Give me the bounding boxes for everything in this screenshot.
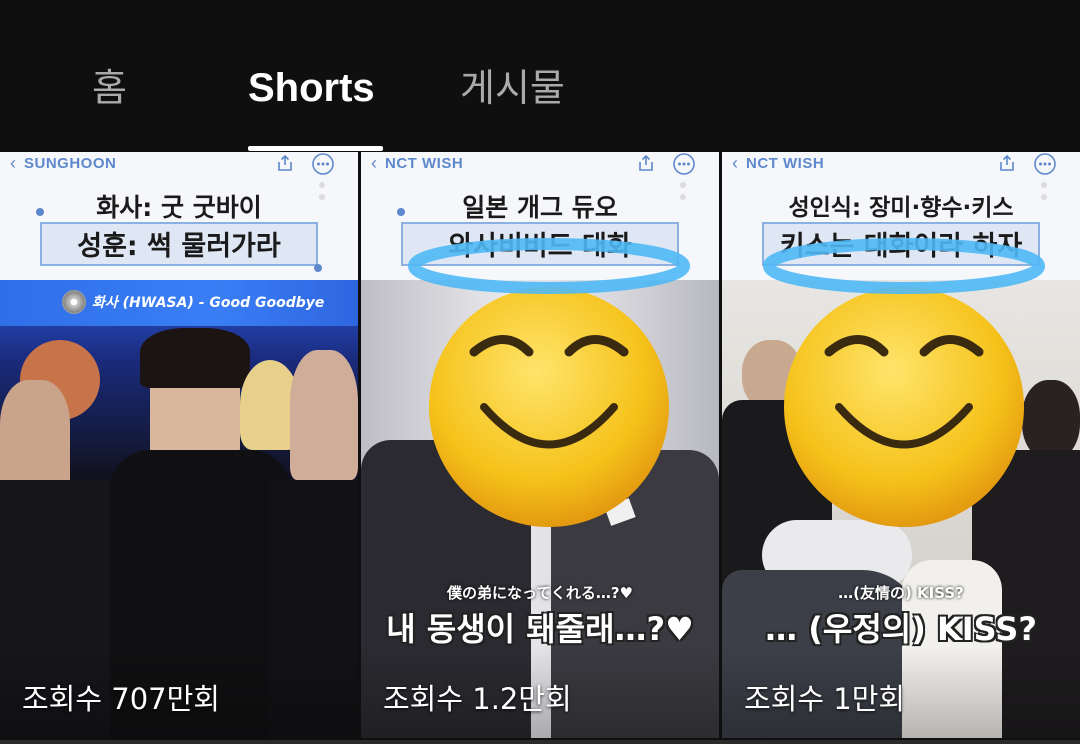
- chevron-left-icon: ‹: [732, 153, 738, 173]
- person-figure: [290, 350, 358, 480]
- channel-name: NCT WISH: [385, 155, 464, 172]
- share-icon: [1000, 154, 1014, 171]
- subtitle-japanese: …(友情の) KISS?: [838, 584, 964, 602]
- short-header: ‹ SUNGHOON 화사: 굿 굿바이 성훈: 썩 물러가라: [0, 152, 358, 280]
- person-figure: [0, 380, 70, 490]
- person-hair: [140, 328, 250, 388]
- tab-posts[interactable]: 게시물: [460, 58, 565, 118]
- shorts-grid: ‹ SUNGHOON 화사: 굿 굿바이 성훈: 썩 물러가라 화사 (HWAS…: [0, 152, 1080, 744]
- halo-smiley-emoji: [763, 238, 1045, 527]
- subtitle-japanese: 僕の弟になってくれる…?♥: [447, 584, 633, 602]
- short-title-line1: 화사: 굿 굿바이: [96, 193, 262, 222]
- short-card[interactable]: ‹ NCT WISH 일본 개그 듀오 와사비비드 대화 僕の弟になってくれる……: [361, 152, 719, 738]
- view-count: 조회수 707만회: [22, 682, 220, 716]
- channel-tab-bar: 홈 Shorts 게시물: [0, 0, 1080, 152]
- cd-icon: [62, 290, 86, 314]
- subtitle-korean: … (우정의) KISS?: [765, 610, 1037, 648]
- short-card[interactable]: ‹ SUNGHOON 화사: 굿 굿바이 성훈: 썩 물러가라 화사 (HWAS…: [0, 152, 358, 738]
- song-title: 화사 (HWASA) - Good Goodbye: [92, 295, 325, 311]
- more-icon: [1034, 153, 1056, 175]
- tab-shorts[interactable]: Shorts: [248, 58, 375, 118]
- next-row-peek: [0, 740, 1080, 744]
- selection-handle: [36, 208, 44, 216]
- chevron-left-icon: ‹: [10, 153, 16, 173]
- more-icon: [312, 153, 334, 175]
- channel-name: NCT WISH: [746, 155, 825, 172]
- song-banner: 화사 (HWASA) - Good Goodbye: [0, 280, 358, 326]
- chevron-left-icon: ‹: [371, 153, 377, 173]
- selection-handle: [314, 264, 322, 272]
- halo-smiley-emoji: [408, 238, 690, 527]
- subtitle-korean: 내 동생이 돼줄래…?♥: [386, 610, 694, 648]
- video-thumbnail: 화사 (HWASA) - Good Goodbye: [0, 280, 358, 738]
- share-icon: [278, 154, 292, 171]
- view-count: 조회수 1만회: [744, 682, 906, 716]
- short-title-line2: 성훈: 썩 물러가라: [77, 231, 281, 262]
- selection-handle: [397, 208, 405, 216]
- short-title-line1: 성인식: 장미·향수·키스: [788, 195, 1014, 221]
- short-card[interactable]: ‹ NCT WISH 성인식: 장미·향수·키스 키스는 대화이라 하자 …(友…: [722, 152, 1080, 738]
- tab-home[interactable]: 홈: [92, 58, 127, 118]
- channel-name: SUNGHOON: [24, 155, 117, 172]
- more-icon: [673, 153, 695, 175]
- short-title-line1: 일본 개그 듀오: [462, 193, 618, 222]
- active-tab-indicator: [248, 146, 383, 151]
- share-icon: [639, 154, 653, 171]
- view-count: 조회수 1.2만회: [383, 682, 572, 716]
